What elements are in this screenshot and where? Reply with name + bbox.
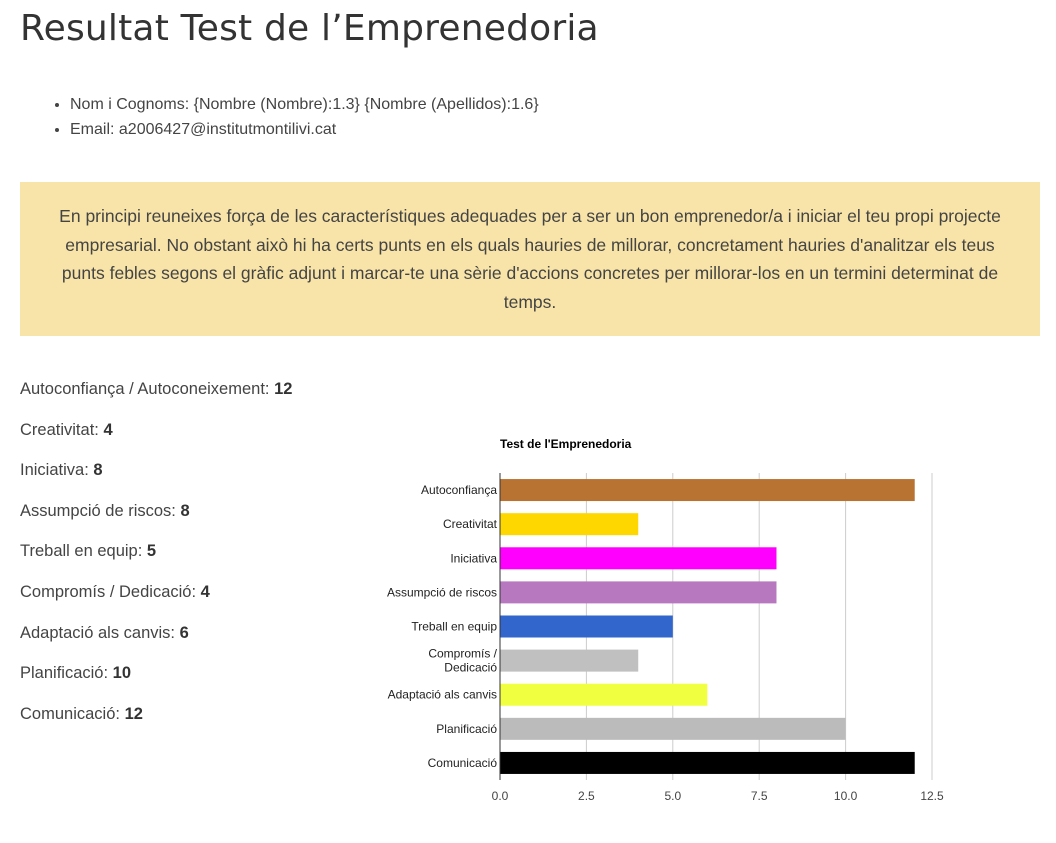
name-item: Nom i Cognoms: {Nombre (Nombre):1.3} {No… — [70, 92, 539, 117]
bar — [500, 717, 846, 740]
name-value: {Nombre (Nombre):1.3} {Nombre (Apellidos… — [193, 96, 539, 113]
score-value: 10 — [112, 664, 131, 683]
category-label: Treball en equip — [411, 620, 497, 634]
score-item: Treball en equip: 5 — [20, 538, 292, 579]
bar-chart-svg: Test de l'Emprenedoria Autoconfiança Creat… — [387, 437, 944, 803]
score-label: Creativitat: — [20, 420, 99, 439]
result-message: En principi reuneixes força de les carac… — [59, 206, 1001, 312]
score-value: 5 — [146, 542, 157, 561]
score-item: Autoconfiança / Autoconeixement: 12 — [20, 376, 292, 417]
category-label: Autoconfiança — [421, 483, 497, 497]
category-label: Compromís / Dedicació — [428, 647, 497, 675]
score-label: Autoconfiança / Autoconeixement: — [20, 380, 270, 398]
score-value: 8 — [93, 461, 103, 480]
category-label: Planificació — [436, 722, 497, 736]
score-item: Adaptació als canvis: 6 — [20, 620, 292, 661]
score-item: Assumpció de riscos: 8 — [20, 498, 292, 539]
bar — [500, 479, 915, 502]
bar — [500, 683, 708, 706]
x-tick-label: 7.5 — [751, 789, 768, 803]
page-title: Resultat Test de l’Emprenedoria — [20, 8, 599, 49]
score-label: Treball en equip: — [20, 542, 143, 561]
category-label: Assumpció de riscos — [387, 585, 497, 599]
email-label: Email: — [70, 121, 115, 138]
bar — [500, 581, 777, 604]
category-label: Adaptació als canvis — [388, 688, 497, 702]
user-info-list: Nom i Cognoms: {Nombre (Nombre):1.3} {No… — [50, 92, 539, 142]
bar — [500, 751, 915, 774]
name-label: Nom i Cognoms: — [70, 96, 190, 113]
x-tick-label: 12.5 — [920, 789, 944, 803]
score-label: Iniciativa: — [20, 461, 89, 480]
score-list: Autoconfiança / Autoconeixement: 12 Crea… — [20, 376, 292, 741]
bar — [500, 649, 639, 672]
score-value: 12 — [274, 380, 293, 398]
score-value: 12 — [124, 704, 143, 723]
score-value: 6 — [179, 623, 189, 642]
score-item: Iniciativa: 8 — [20, 457, 292, 498]
chart-title: Test de l'Emprenedoria — [500, 437, 632, 451]
score-item: Comunicació: 12 — [20, 701, 292, 742]
score-value: 8 — [180, 501, 190, 520]
score-item: Creativitat: 4 — [20, 417, 292, 458]
category-label: Iniciativa — [450, 551, 497, 565]
score-item: Compromís / Dedicació: 4 — [20, 579, 292, 620]
bar — [500, 547, 777, 570]
category-label: Creativitat — [443, 517, 498, 531]
category-label: Comunicació — [428, 756, 498, 770]
bar — [500, 615, 673, 638]
x-tick-label: 10.0 — [834, 789, 858, 803]
score-label: Adaptació als canvis: — [20, 623, 176, 642]
score-label: Comunicació: — [20, 704, 120, 723]
bar — [500, 513, 639, 536]
score-item: Planificació: 10 — [20, 660, 292, 701]
score-label: Compromís / Dedicació: — [20, 582, 197, 601]
score-value: 4 — [200, 582, 210, 601]
score-value: 4 — [103, 420, 113, 439]
score-label: Assumpció de riscos: — [20, 501, 176, 520]
x-tick-label: 0.0 — [492, 789, 509, 803]
results-chart: Test de l'Emprenedoria Autoconfiança Creat… — [360, 425, 960, 815]
result-alert: En principi reuneixes força de les carac… — [20, 182, 1040, 336]
email-value: a2006427@institutmontilivi.cat — [118, 121, 337, 138]
email-item: Email: a2006427@institutmontilivi.cat — [70, 117, 539, 142]
x-tick-label: 5.0 — [664, 789, 681, 803]
x-tick-label: 2.5 — [578, 789, 595, 803]
score-label: Planificació: — [20, 664, 109, 683]
